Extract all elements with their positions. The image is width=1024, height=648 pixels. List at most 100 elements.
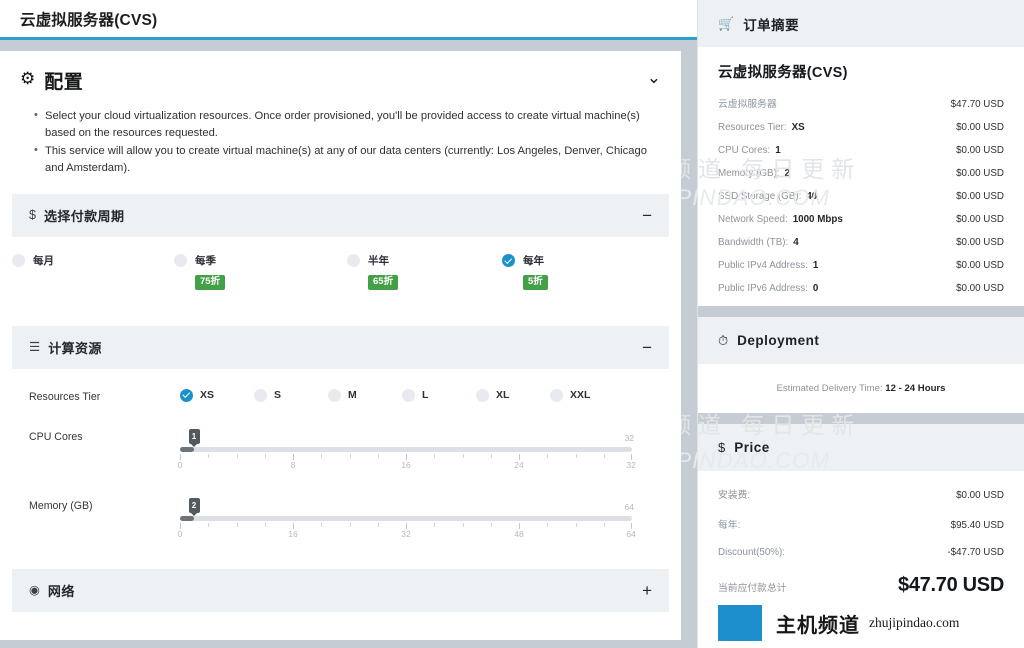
tick-label: 8 <box>290 459 296 470</box>
tier-label: M <box>348 389 357 402</box>
tick-label: 0 <box>177 459 183 470</box>
radio-semiannual[interactable] <box>347 254 360 268</box>
logo-square-icon <box>718 605 762 641</box>
tier-option-xxl[interactable]: XXL <box>550 388 624 402</box>
summary-key: Bandwidth (TB): <box>718 237 789 248</box>
tier-option-m[interactable]: M <box>328 388 402 402</box>
tier-label: XXL <box>570 389 591 402</box>
delivery-estimate-label: Estimated Delivery Time: <box>776 383 883 394</box>
field-label: CPU Cores <box>29 430 83 443</box>
billing-option-label: 每季 <box>195 255 216 268</box>
radio-tier-m[interactable] <box>328 388 341 402</box>
radio-quarterly[interactable] <box>174 254 187 268</box>
configuration-title: 配置 <box>44 72 84 93</box>
summary-row: CPU Cores: 1 $0.00 USD <box>718 145 1004 156</box>
summary-row: Memory (GB): 2 $0.00 USD <box>718 168 1004 179</box>
radio-tier-l[interactable] <box>402 388 415 402</box>
slider-track[interactable]: 2 <box>180 497 632 521</box>
radio-annual[interactable] <box>502 254 515 268</box>
slider-cpu-cores[interactable]: 32 1 0 8 16 24 32 <box>177 428 636 472</box>
price-key: 每年: <box>718 520 741 531</box>
section-title: 网络 <box>47 583 75 599</box>
slider-track[interactable]: 1 <box>180 428 632 452</box>
slider-memory[interactable]: 64 2 0 16 32 48 64 <box>178 497 636 541</box>
billing-option-annual[interactable]: 每年 5折 <box>502 253 548 290</box>
summary-price: $0.00 USD <box>956 145 1004 156</box>
panel-divider <box>698 413 1024 424</box>
section-header-compute[interactable]: ☰ 计算资源 − <box>12 325 669 369</box>
price-key: Discount(50%): <box>718 547 785 558</box>
field-label: Memory (GB) <box>29 499 93 512</box>
tier-option-l[interactable]: L <box>402 388 476 402</box>
summary-value: 2 <box>784 168 790 179</box>
delivery-estimate-value: 12 - 24 Hours <box>885 383 946 394</box>
delivery-estimate: Estimated Delivery Time: 12 - 24 Hours <box>718 383 1004 394</box>
section-header-network[interactable]: ◉ 网络 + <box>12 568 669 612</box>
slider-handle-cpu[interactable]: 1 <box>188 428 200 447</box>
configuration-description: Select your cloud virtualization resourc… <box>0 98 681 194</box>
slider-tick-labels: 0 8 16 24 32 <box>177 459 636 472</box>
summary-key: Resources Tier: <box>718 122 787 133</box>
app-root: 主机频道 每日更新 ZHUJIPINDAO.COM 主机频道 每日更新 ZHUJ… <box>0 0 1024 648</box>
slider-max-label: 32 <box>624 432 634 443</box>
collapse-toggle-network[interactable]: + <box>642 582 652 599</box>
summary-value: 1 <box>812 260 819 271</box>
tick-label: 24 <box>514 459 524 470</box>
summary-row: Resources Tier: XS $0.00 USD <box>718 122 1004 133</box>
deployment-header: ⏱ Deployment <box>698 317 1024 364</box>
summary-key: SSD Storage (GB): <box>718 191 802 202</box>
discount-badge: 75折 <box>195 275 226 290</box>
price-row-total: 当前应付款总计 $47.70 USD <box>718 574 1004 597</box>
summary-value: XS <box>791 122 805 133</box>
billing-option-semiannual[interactable]: 半年 65折 <box>347 253 502 290</box>
tier-label: S <box>274 389 282 402</box>
summary-price: $0.00 USD <box>956 283 1004 294</box>
page-title: 云虚拟服务器(CVS) <box>20 11 158 29</box>
billing-option-quarterly[interactable]: 每季 75折 <box>174 253 347 290</box>
summary-row: Network Speed: 1000 Mbps $0.00 USD <box>718 214 1004 225</box>
tier-option-s[interactable]: S <box>254 388 328 402</box>
dollar-icon: $ <box>718 440 726 455</box>
summary-price: $0.00 USD <box>956 214 1004 225</box>
tier-label: L <box>422 389 429 402</box>
gear-icon: ⚙ <box>20 69 36 88</box>
summary-row: Public IPv4 Address: 1 $0.00 USD <box>718 260 1004 271</box>
order-summary-title: 订单摘要 <box>743 17 800 33</box>
summary-row: 云虚拟服务器 $47.70 USD <box>718 96 1004 110</box>
billing-option-monthly[interactable]: 每月 <box>12 253 174 290</box>
section-header-billing-cycle[interactable]: $ 选择付款周期 − <box>12 194 669 238</box>
price-row: Discount(50%): -$47.70 USD <box>718 547 1004 558</box>
slider-tick-labels: 0 16 32 48 64 <box>178 528 636 541</box>
radio-tier-xxl[interactable] <box>550 388 563 402</box>
tick-label: 16 <box>288 528 298 539</box>
radio-tier-xl[interactable] <box>476 388 489 402</box>
summary-key: CPU Cores: <box>718 145 771 156</box>
price-title: Price <box>734 440 770 455</box>
summary-value: 1 <box>775 145 781 156</box>
chevron-down-icon[interactable]: ⌄ <box>647 67 661 86</box>
main-content-column: 主机频道 每日更新 ZHUJIPINDAO.COM 主机频道 每日更新 ZHUJ… <box>0 0 697 648</box>
collapse-toggle-compute[interactable]: − <box>642 339 652 356</box>
summary-price: $0.00 USD <box>956 237 1004 248</box>
slider-handle-memory[interactable]: 2 <box>188 497 200 516</box>
tick-label: 32 <box>401 528 411 539</box>
slider-fill <box>180 515 194 521</box>
site-logo: 主机频道 zhujipindao.com <box>698 598 1024 648</box>
tier-option-xl[interactable]: XL <box>476 388 550 402</box>
server-icon: ☰ <box>29 339 41 354</box>
summary-value: 40 <box>806 191 818 202</box>
page-header: 云虚拟服务器(CVS) <box>0 0 697 40</box>
collapse-toggle-billing-cycle[interactable]: − <box>642 207 652 224</box>
summary-value: 1000 Mbps <box>792 214 843 225</box>
tier-option-xs[interactable]: XS <box>180 388 254 402</box>
summary-price: $0.00 USD <box>956 122 1004 133</box>
field-memory: Memory (GB) 64 2 0 16 32 48 64 <box>12 472 669 541</box>
price-amount: -$47.70 USD <box>947 547 1004 558</box>
summary-key: Public IPv6 Address: <box>718 283 808 294</box>
logo-name-cn: 主机频道 <box>776 614 860 637</box>
radio-tier-s[interactable] <box>254 388 267 402</box>
summary-price: $47.70 USD <box>950 99 1004 110</box>
radio-monthly[interactable] <box>12 254 25 268</box>
billing-option-label: 半年 <box>368 255 389 268</box>
radio-tier-xs[interactable] <box>180 388 193 402</box>
